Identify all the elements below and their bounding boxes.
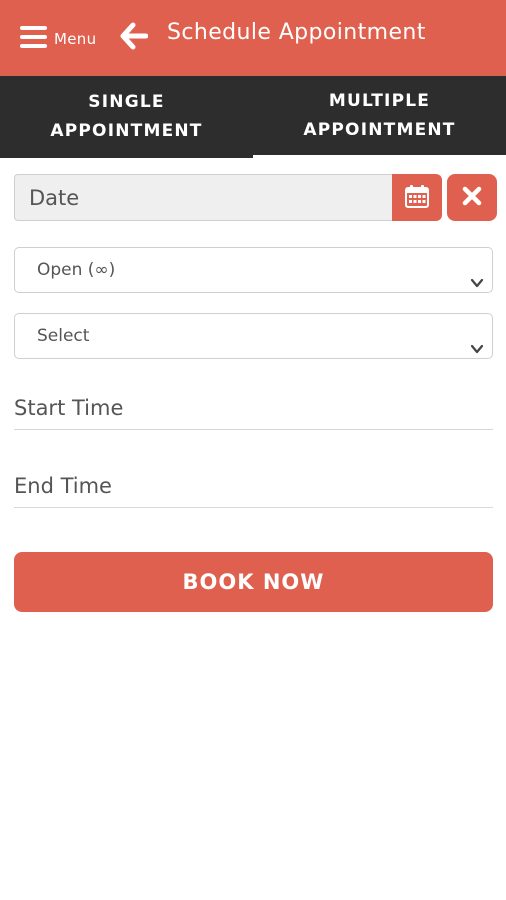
option-value: Select: [37, 326, 90, 346]
menu-button[interactable]: Menu: [20, 22, 96, 52]
app-bar: Menu Schedule Appointment: [0, 0, 506, 76]
end-time-input[interactable]: End Time: [14, 468, 493, 508]
back-button[interactable]: [120, 22, 150, 52]
arrow-left-icon: [120, 22, 149, 54]
start-time-input[interactable]: Start Time: [14, 390, 493, 430]
date-row: Date: [14, 174, 497, 223]
appointment-tabs: SINGLE APPOINTMENT MULTIPLE APPOINTMENT: [0, 76, 506, 158]
tab-single-appointment[interactable]: SINGLE APPOINTMENT: [0, 76, 253, 158]
book-now-button[interactable]: BOOK NOW: [14, 552, 493, 612]
availability-value: Open (∞): [37, 260, 116, 280]
chevron-down-icon: [470, 329, 484, 373]
page-title: Schedule Appointment: [167, 20, 426, 45]
date-input[interactable]: Date: [14, 174, 392, 221]
hamburger-icon: [20, 25, 47, 49]
menu-label: Menu: [54, 30, 97, 48]
availability-select[interactable]: Open (∞): [14, 247, 493, 293]
calendar-icon: [405, 184, 429, 212]
tab-label: MULTIPLE APPOINTMENT: [303, 90, 456, 140]
calendar-button[interactable]: [392, 174, 442, 221]
tab-label: SINGLE APPOINTMENT: [50, 92, 203, 141]
tab-multiple-appointment[interactable]: MULTIPLE APPOINTMENT: [253, 76, 506, 158]
chevron-down-icon: [470, 263, 484, 307]
clear-date-button[interactable]: [447, 174, 497, 221]
close-icon: [462, 186, 482, 210]
option-select[interactable]: Select: [14, 313, 493, 359]
